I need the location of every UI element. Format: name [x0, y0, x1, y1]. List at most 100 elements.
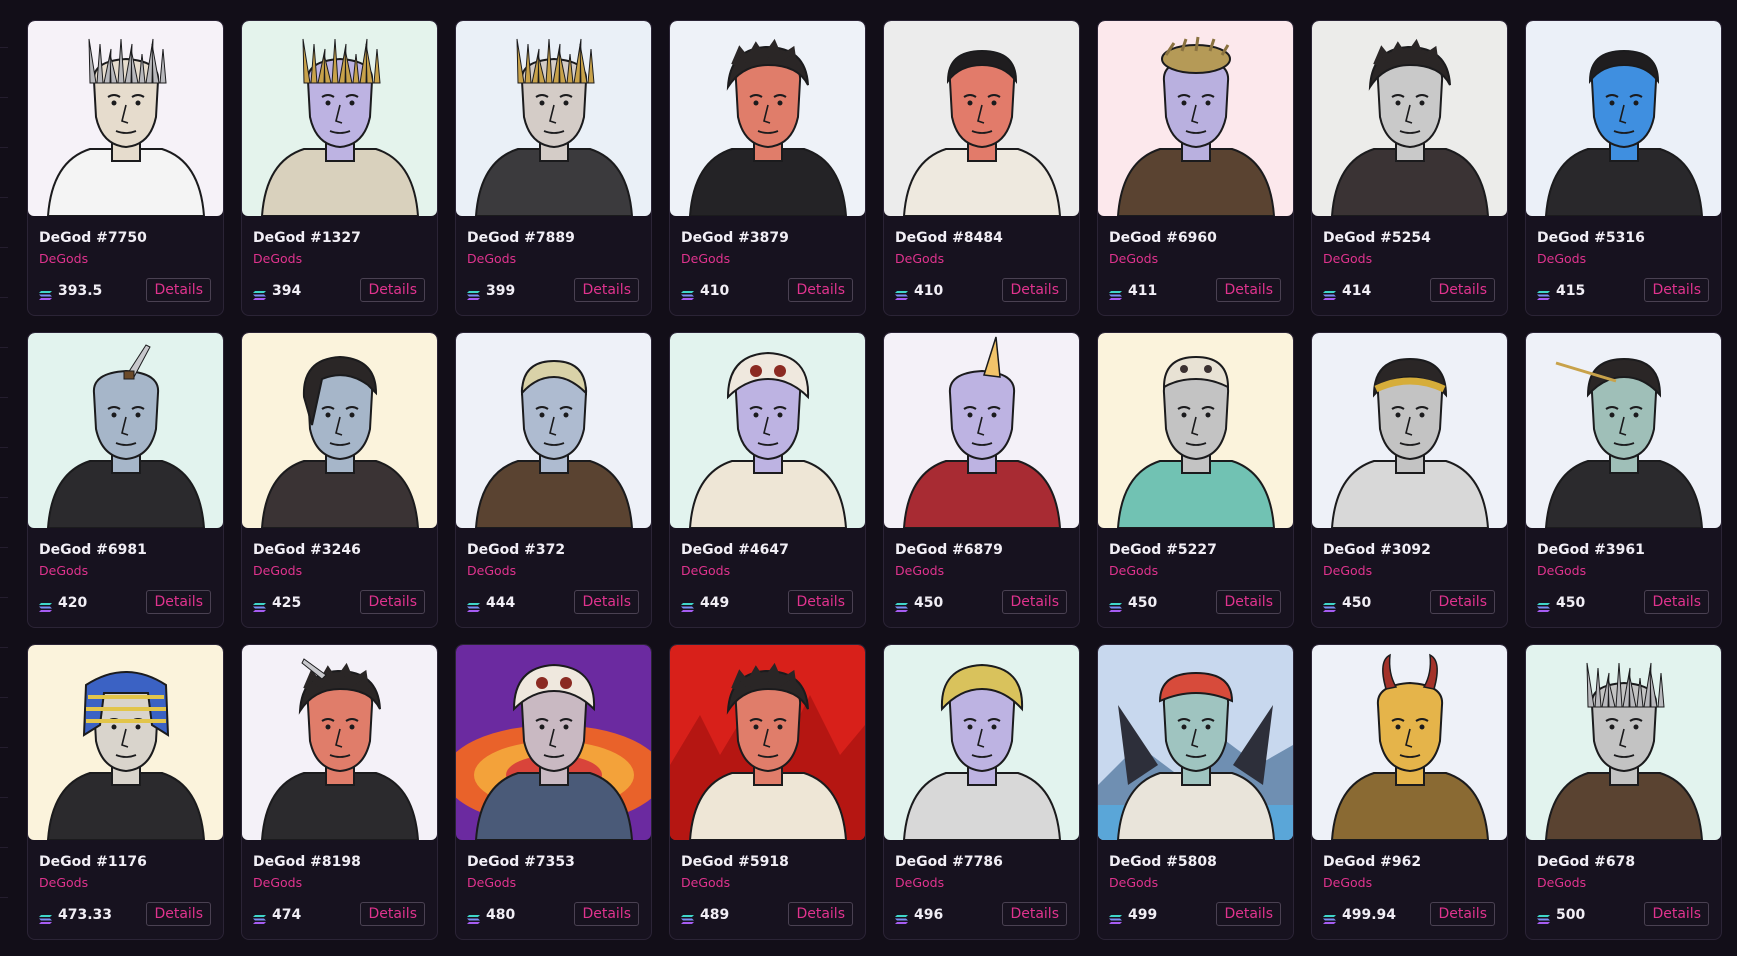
nft-card[interactable]: DeGod #3879 DeGods 410 Details — [669, 20, 866, 316]
collection-name[interactable]: DeGods — [681, 251, 730, 266]
nft-card[interactable]: DeGod #6981 DeGods 420 Details — [27, 332, 224, 628]
details-button[interactable]: Details — [1430, 278, 1495, 302]
nft-card[interactable]: DeGod #7353 DeGods 480 Details — [455, 644, 652, 940]
nft-thumbnail[interactable] — [884, 333, 1079, 528]
nft-card[interactable]: DeGod #6960 DeGods 411 Details — [1097, 20, 1294, 316]
details-button[interactable]: Details — [788, 902, 853, 926]
nft-thumbnail[interactable] — [1098, 333, 1293, 528]
details-button[interactable]: Details — [788, 590, 853, 614]
nft-thumbnail[interactable] — [242, 645, 437, 840]
details-button[interactable]: Details — [1430, 902, 1495, 926]
details-button[interactable]: Details — [788, 278, 853, 302]
collection-name[interactable]: DeGods — [895, 251, 944, 266]
details-button[interactable]: Details — [360, 902, 425, 926]
nft-thumbnail[interactable] — [28, 21, 223, 216]
details-button[interactable]: Details — [1216, 278, 1281, 302]
nft-card[interactable]: DeGod #3961 DeGods 450 Details — [1525, 332, 1722, 628]
nft-card[interactable]: DeGod #5808 DeGods 499 Details — [1097, 644, 1294, 940]
nft-card[interactable]: DeGod #678 DeGods 500 Details — [1525, 644, 1722, 940]
collection-name[interactable]: DeGods — [467, 875, 516, 890]
nft-thumbnail[interactable] — [670, 21, 865, 216]
nft-thumbnail[interactable] — [1526, 333, 1721, 528]
details-button[interactable]: Details — [574, 278, 639, 302]
collection-name[interactable]: DeGods — [1323, 875, 1372, 890]
nft-thumbnail[interactable] — [670, 645, 865, 840]
nft-card[interactable]: DeGod #3246 DeGods 425 Details — [241, 332, 438, 628]
nft-thumbnail[interactable] — [1312, 645, 1507, 840]
collection-name[interactable]: DeGods — [467, 563, 516, 578]
nft-card[interactable]: DeGod #4647 DeGods 449 Details — [669, 332, 866, 628]
details-button[interactable]: Details — [360, 590, 425, 614]
nft-card[interactable]: DeGod #5316 DeGods 415 Details — [1525, 20, 1722, 316]
nft-card[interactable]: DeGod #8484 DeGods 410 Details — [883, 20, 1080, 316]
collection-name[interactable]: DeGods — [39, 563, 88, 578]
nft-thumbnail[interactable] — [670, 333, 865, 528]
nft-thumbnail[interactable] — [1526, 645, 1721, 840]
collection-name[interactable]: DeGods — [467, 251, 516, 266]
details-button[interactable]: Details — [1644, 902, 1709, 926]
nft-card[interactable]: DeGod #1327 DeGods 394 Details — [241, 20, 438, 316]
collection-name[interactable]: DeGods — [681, 563, 730, 578]
details-button[interactable]: Details — [1430, 590, 1495, 614]
collection-name[interactable]: DeGods — [39, 875, 88, 890]
nft-card[interactable]: DeGod #3092 DeGods 450 Details — [1311, 332, 1508, 628]
details-button[interactable]: Details — [1216, 590, 1281, 614]
nft-thumbnail[interactable] — [456, 645, 651, 840]
details-button[interactable]: Details — [146, 278, 211, 302]
nft-card[interactable]: DeGod #7889 DeGods 399 Details — [455, 20, 652, 316]
collection-name[interactable]: DeGods — [1537, 875, 1586, 890]
collection-name[interactable]: DeGods — [1323, 563, 1372, 578]
price: 449 — [681, 595, 729, 612]
details-button[interactable]: Details — [146, 590, 211, 614]
rail-divider — [0, 497, 8, 498]
nft-card[interactable]: DeGod #5254 DeGods 414 Details — [1311, 20, 1508, 316]
nft-thumbnail[interactable] — [1312, 21, 1507, 216]
collection-name[interactable]: DeGods — [253, 875, 302, 890]
collection-name[interactable]: DeGods — [253, 251, 302, 266]
nft-card[interactable]: DeGod #5227 DeGods 450 Details — [1097, 332, 1294, 628]
nft-thumbnail[interactable] — [884, 21, 1079, 216]
nft-thumbnail[interactable] — [242, 333, 437, 528]
details-button[interactable]: Details — [1644, 278, 1709, 302]
nft-thumbnail[interactable] — [1312, 333, 1507, 528]
details-button[interactable]: Details — [360, 278, 425, 302]
nft-thumbnail[interactable] — [1098, 645, 1293, 840]
nft-thumbnail[interactable] — [242, 21, 437, 216]
nft-card[interactable]: DeGod #5918 DeGods 489 Details — [669, 644, 866, 940]
details-button[interactable]: Details — [1002, 278, 1067, 302]
nft-thumbnail[interactable] — [456, 21, 651, 216]
collection-name[interactable]: DeGods — [39, 251, 88, 266]
nft-thumbnail[interactable] — [884, 645, 1079, 840]
collection-name[interactable]: DeGods — [1109, 563, 1158, 578]
collection-name[interactable]: DeGods — [895, 563, 944, 578]
collection-name[interactable]: DeGods — [253, 563, 302, 578]
details-button[interactable]: Details — [146, 902, 211, 926]
collection-name[interactable]: DeGods — [895, 875, 944, 890]
details-button[interactable]: Details — [574, 902, 639, 926]
details-button[interactable]: Details — [1644, 590, 1709, 614]
nft-card[interactable]: DeGod #962 DeGods 499.94 Details — [1311, 644, 1508, 940]
collection-name[interactable]: DeGods — [681, 875, 730, 890]
nft-thumbnail[interactable] — [456, 333, 651, 528]
nft-card[interactable]: DeGod #372 DeGods 444 Details — [455, 332, 652, 628]
nft-card[interactable]: DeGod #1176 DeGods 473.33 Details — [27, 644, 224, 940]
details-button[interactable]: Details — [574, 590, 639, 614]
nft-card[interactable]: DeGod #7786 DeGods 496 Details — [883, 644, 1080, 940]
nft-thumbnail[interactable] — [1098, 21, 1293, 216]
collection-name[interactable]: DeGods — [1537, 563, 1586, 578]
solana-icon — [39, 598, 52, 612]
details-button[interactable]: Details — [1216, 902, 1281, 926]
nft-thumbnail[interactable] — [1526, 21, 1721, 216]
nft-card[interactable]: DeGod #7750 DeGods 393.5 Details — [27, 20, 224, 316]
collection-name[interactable]: DeGods — [1109, 875, 1158, 890]
nft-artwork — [242, 333, 437, 528]
nft-card[interactable]: DeGod #6879 DeGods 450 Details — [883, 332, 1080, 628]
collection-name[interactable]: DeGods — [1323, 251, 1372, 266]
details-button[interactable]: Details — [1002, 590, 1067, 614]
nft-thumbnail[interactable] — [28, 645, 223, 840]
nft-card[interactable]: DeGod #8198 DeGods 474 Details — [241, 644, 438, 940]
details-button[interactable]: Details — [1002, 902, 1067, 926]
collection-name[interactable]: DeGods — [1109, 251, 1158, 266]
nft-thumbnail[interactable] — [28, 333, 223, 528]
collection-name[interactable]: DeGods — [1537, 251, 1586, 266]
